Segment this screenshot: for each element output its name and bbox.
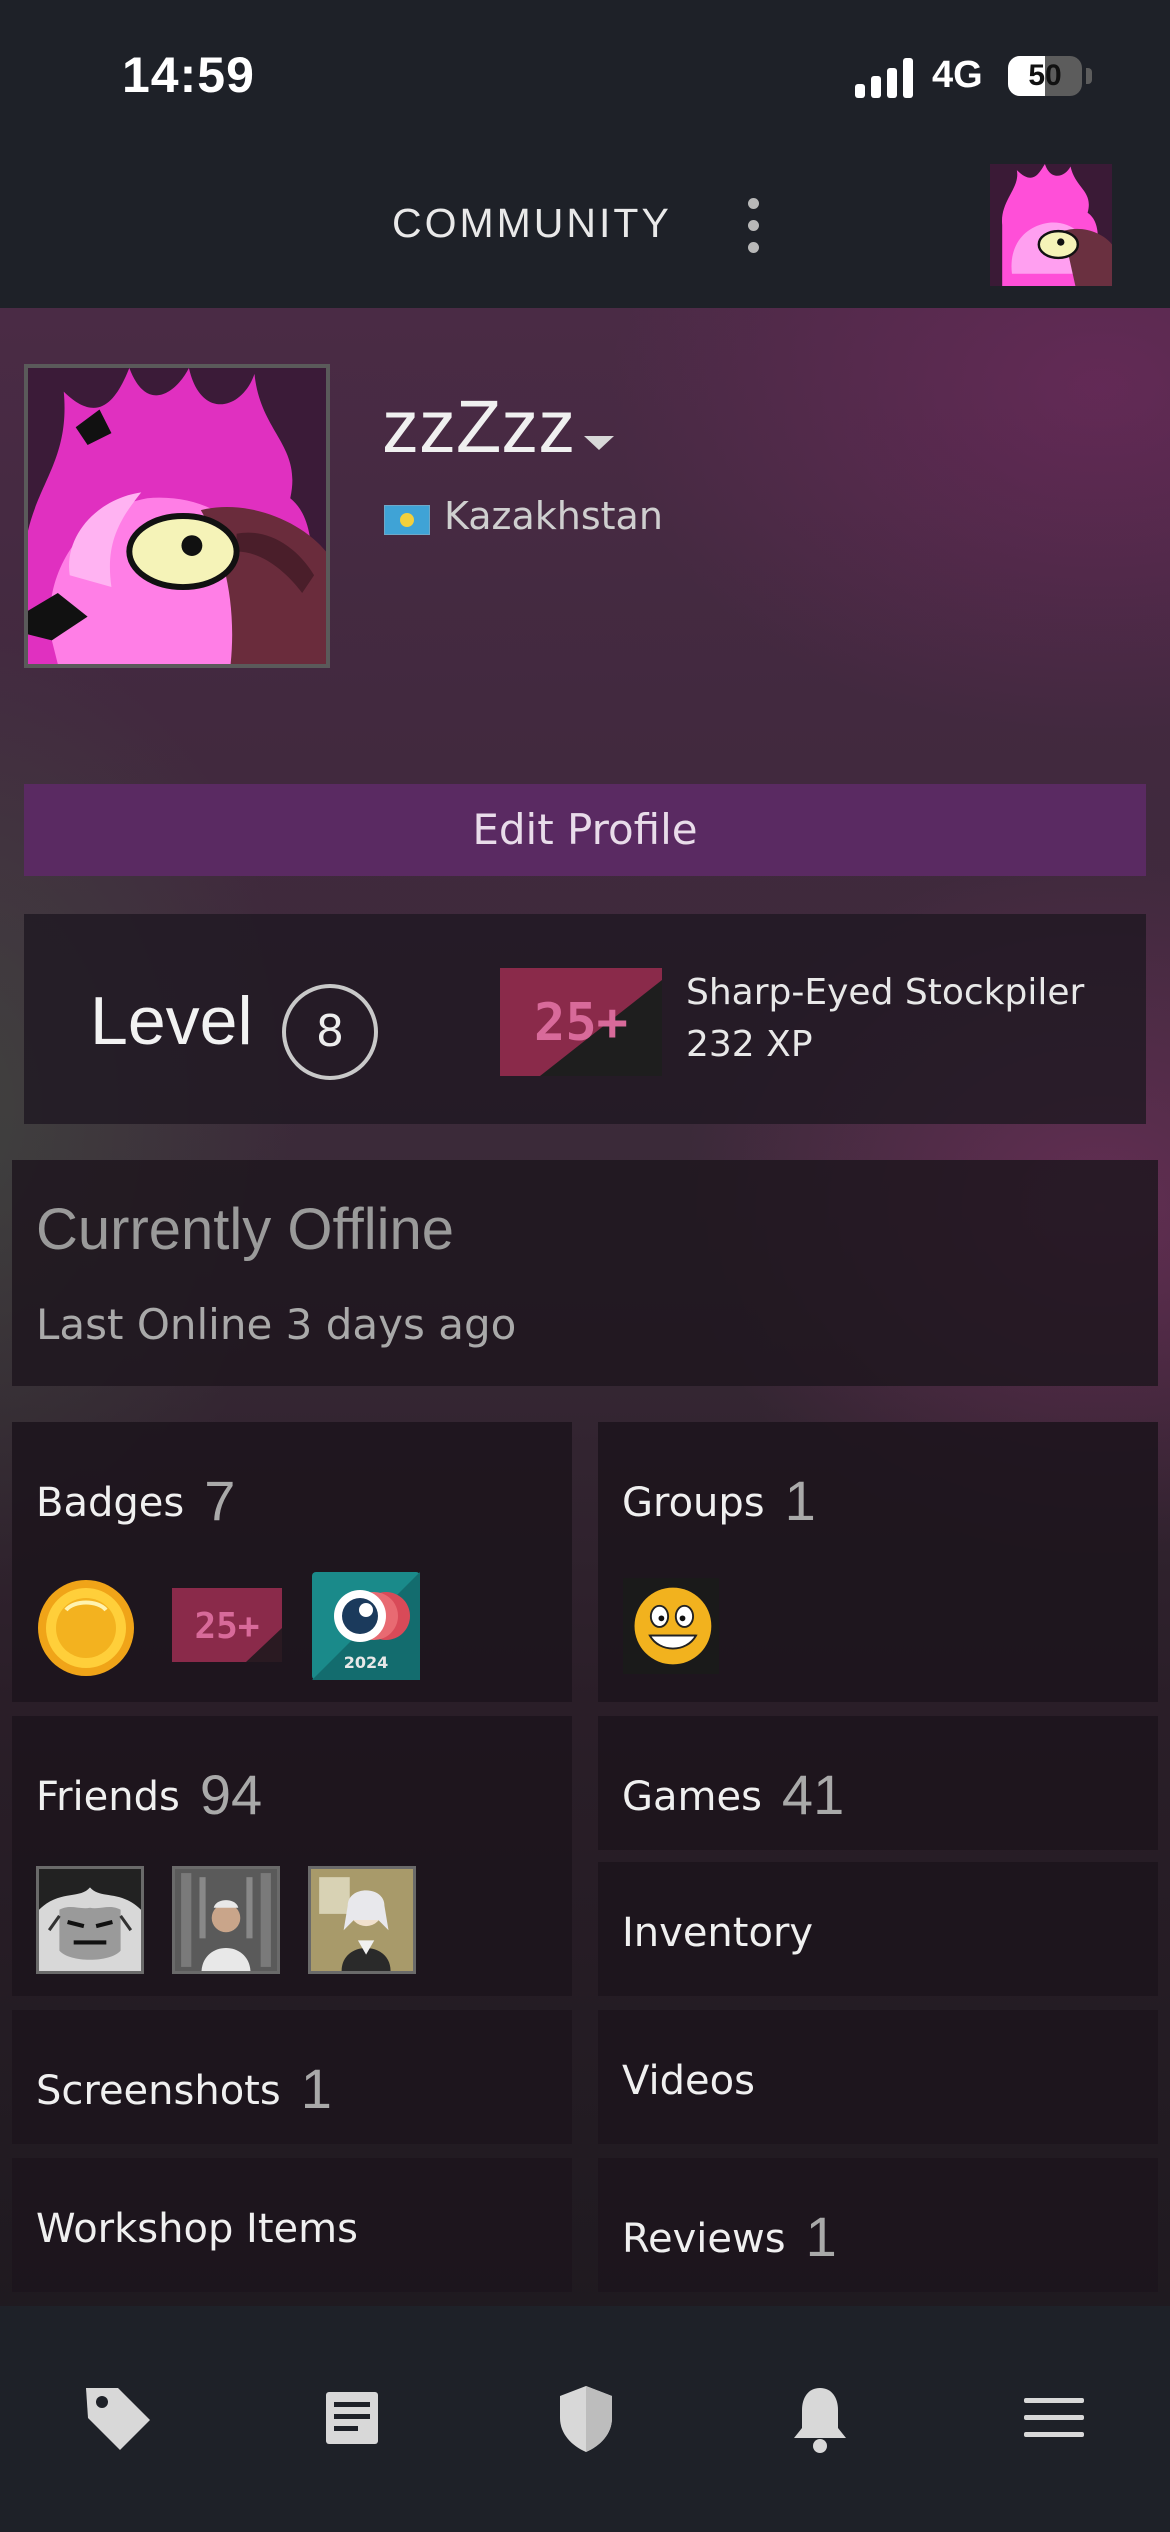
edit-profile-button[interactable]: Edit Profile (24, 784, 1146, 876)
badge-coin-icon[interactable] (36, 1578, 136, 1678)
tag-icon[interactable] (78, 2378, 158, 2458)
screenshots-label: Screenshots (36, 2068, 281, 2114)
reviews-label: Reviews (622, 2216, 786, 2262)
menu-icon[interactable] (1014, 2378, 1094, 2458)
featured-badge-icon: 25+ (500, 968, 662, 1076)
friends-label: Friends (36, 1774, 180, 1820)
screenshots-tile-label: Screenshots 1 (36, 2056, 332, 2121)
online-status-panel: Currently Offline Last Online 3 days ago (12, 1160, 1158, 1386)
badge-steam-2024-icon[interactable]: 2024 (312, 1572, 420, 1680)
status-bar: 14:59 4G 50 (0, 0, 1170, 150)
screenshots-count: 1 (300, 2057, 332, 2120)
country-flag-icon (384, 505, 430, 535)
reviews-tile-label: Reviews 1 (622, 2204, 837, 2269)
battery-level: 50 (1028, 59, 1062, 92)
workshop-items-label: Workshop Items (36, 2206, 358, 2252)
badges-label: Badges (36, 1480, 185, 1526)
bell-icon[interactable] (780, 2378, 860, 2458)
profile-username[interactable]: zzZzz (382, 384, 575, 469)
last-online-text: Last Online 3 days ago (36, 1300, 517, 1349)
workshop-items-tile[interactable]: Workshop Items (12, 2158, 572, 2292)
featured-badge-name: Sharp-Eyed Stockpiler (686, 972, 1085, 1013)
friend-avatar-3[interactable] (308, 1866, 416, 1974)
group-avatar[interactable] (622, 1578, 720, 1674)
level-panel[interactable]: Level 8 25+ Sharp-Eyed Stockpiler 232 XP (24, 914, 1146, 1124)
screenshots-tile[interactable]: Screenshots 1 (12, 2010, 572, 2144)
level-label: Level (90, 983, 253, 1059)
news-icon[interactable] (312, 2378, 392, 2458)
level-value: 8 (282, 984, 378, 1080)
friend-avatar-2[interactable] (172, 1866, 280, 1974)
shield-icon[interactable] (546, 2378, 626, 2458)
badges-tile[interactable]: Badges 7 25+ 2024 (12, 1422, 572, 1702)
badge-stockpiler-text: 25+ (194, 1606, 259, 1647)
groups-label: Groups (622, 1480, 765, 1526)
friend-avatar-1[interactable] (36, 1866, 144, 1974)
games-label: Games (622, 1774, 762, 1820)
groups-count: 1 (784, 1469, 816, 1532)
badges-count: 7 (204, 1469, 236, 1532)
badge-stockpiler-icon[interactable]: 25+ (172, 1588, 282, 1662)
friends-tile-label: Friends 94 (36, 1762, 262, 1827)
videos-label: Videos (622, 2058, 755, 2104)
header-avatar[interactable] (990, 164, 1112, 286)
online-status-title: Currently Offline (36, 1197, 454, 1262)
friends-count: 94 (199, 1763, 263, 1826)
app-header: COMMUNITY (0, 150, 1170, 308)
bottom-navigation (0, 2306, 1170, 2532)
network-type: 4G (932, 54, 983, 96)
battery-tip (1086, 68, 1092, 84)
profile-avatar[interactable] (24, 364, 330, 668)
battery-icon: 50 (1008, 56, 1082, 96)
inventory-label: Inventory (622, 1910, 814, 1956)
reviews-count: 1 (805, 2205, 837, 2268)
inventory-tile[interactable]: Inventory (598, 1862, 1158, 1996)
header-title: COMMUNITY (392, 200, 672, 246)
groups-tile-label: Groups 1 (622, 1468, 816, 1533)
games-tile[interactable]: Games 41 (598, 1716, 1158, 1850)
games-tile-label: Games 41 (622, 1762, 844, 1827)
featured-badge-xp: 232 XP (686, 1024, 813, 1065)
videos-tile[interactable]: Videos (598, 2010, 1158, 2144)
username-dropdown-icon[interactable] (584, 436, 614, 450)
more-options-icon[interactable] (742, 198, 766, 254)
profile-country: Kazakhstan (444, 494, 663, 538)
games-count: 41 (781, 1763, 845, 1826)
signal-icon (855, 56, 917, 98)
badge-steam-2024-text: 2024 (344, 1653, 389, 1672)
reviews-tile[interactable]: Reviews 1 (598, 2158, 1158, 2292)
badges-tile-label: Badges 7 (36, 1468, 235, 1533)
friends-tile[interactable]: Friends 94 (12, 1716, 572, 1996)
groups-tile[interactable]: Groups 1 (598, 1422, 1158, 1702)
featured-badge-text: 25+ (534, 993, 628, 1053)
status-time: 14:59 (122, 47, 255, 103)
